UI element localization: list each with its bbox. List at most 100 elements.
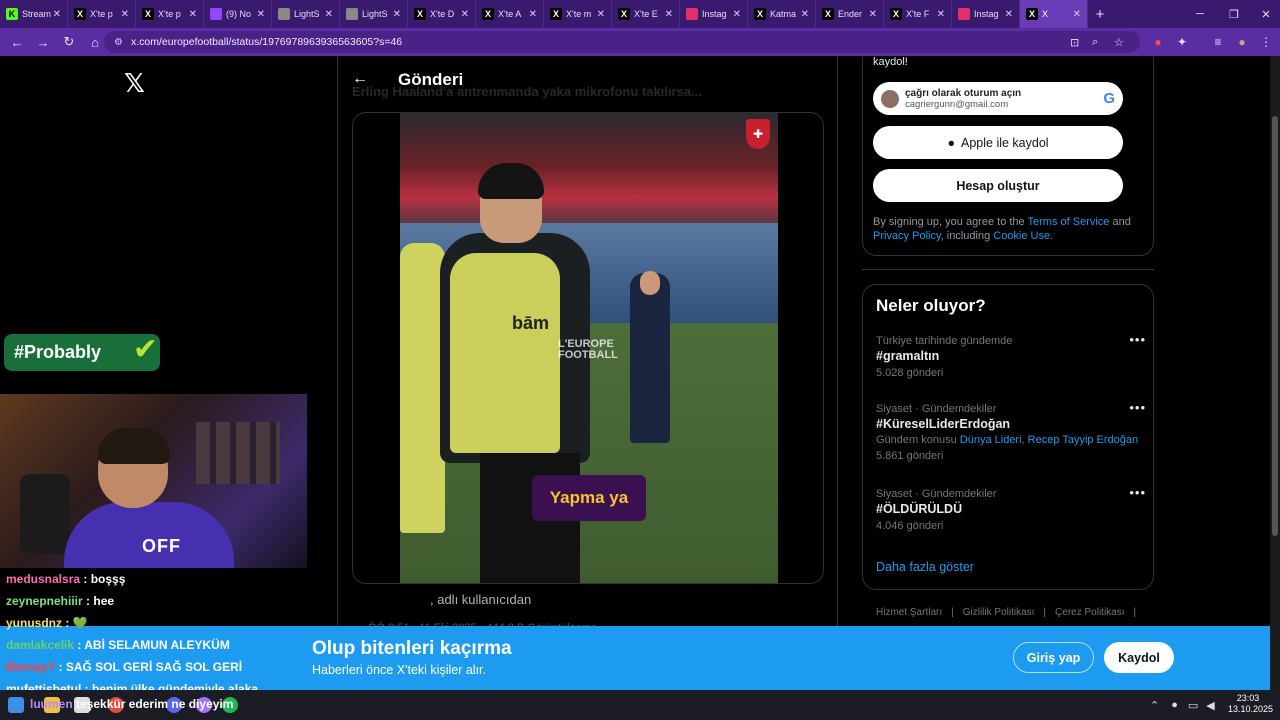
x-icon: X <box>414 8 426 20</box>
tab-close-icon[interactable]: ✕ <box>461 9 469 20</box>
privacy-link[interactable]: Privacy Policy <box>873 230 941 242</box>
chevron-up-icon[interactable]: ⌃ <box>1150 699 1159 712</box>
network-icon[interactable]: ▭ <box>1188 699 1198 712</box>
chat-username: 8benayY <box>6 660 56 674</box>
tab-title: LightS <box>362 9 388 19</box>
footer-link[interactable]: Hizmet Şartları <box>876 607 942 618</box>
browser-tab[interactable]: X X'te p ✕ <box>136 0 204 28</box>
tab-close-icon[interactable]: ✕ <box>1073 9 1081 20</box>
related-link[interactable]: Recep Tayyip Erdoğan <box>1028 434 1138 446</box>
tab-close-icon[interactable]: ✕ <box>257 9 265 20</box>
scrollbar-thumb[interactable] <box>1272 116 1278 536</box>
instagram-icon <box>686 8 698 20</box>
browser-tab[interactable]: X X'te p ✕ <box>68 0 136 28</box>
bib-sponsor: bām <box>512 313 550 333</box>
x-logo-icon[interactable]: 𝕏 <box>124 68 145 99</box>
bookmark-star-icon[interactable]: ☆ <box>1114 31 1124 53</box>
tab-close-icon[interactable]: ✕ <box>325 9 333 20</box>
signup-button[interactable]: Kaydol <box>1104 642 1174 673</box>
browser-tab[interactable]: X X ✕ <box>1020 0 1088 28</box>
browser-tab[interactable]: X X'te m ✕ <box>544 0 612 28</box>
shirt-text: OFF <box>142 536 181 556</box>
google-signin-button[interactable]: çağrı olarak oturum açın cagriergunn@gma… <box>873 82 1123 115</box>
video-player[interactable]: bām L'EUROPE FOOTBALL ✚ Yapma ya <box>400 113 778 583</box>
new-tab-button[interactable]: + <box>1088 6 1112 23</box>
browser-tab[interactable]: Instag ✕ <box>952 0 1020 28</box>
browser-tab[interactable]: K Stream ✕ <box>0 0 68 28</box>
back-arrow-icon[interactable]: ← <box>352 70 368 88</box>
tab-close-icon[interactable]: ✕ <box>529 9 537 20</box>
apple-signup-button[interactable]: ● Apple ile kaydol <box>873 126 1123 159</box>
footer-link[interactable]: Çerez Politikası <box>1055 607 1124 618</box>
tab-close-icon[interactable]: ✕ <box>801 9 809 20</box>
tab-close-icon[interactable]: ✕ <box>53 9 61 20</box>
tab-close-icon[interactable]: ✕ <box>665 9 673 20</box>
tab-close-icon[interactable]: ✕ <box>121 9 129 20</box>
trends-title: Neler oluyor? <box>876 296 986 315</box>
microphone-tray-icon[interactable]: ● <box>1171 699 1178 711</box>
taskbar-clock[interactable]: 23:03 13.10.2025 <box>1228 693 1273 715</box>
address-bar[interactable]: ⚙ x.com/europefootball/status/1976978963… <box>104 31 1140 53</box>
tab-title: Ender <box>838 9 863 19</box>
install-app-icon[interactable]: ⊡ <box>1070 31 1079 53</box>
browser-tab[interactable]: X Ender ✕ <box>816 0 884 28</box>
player-background-head <box>640 271 660 295</box>
show-more-link[interactable]: Daha fazla göster <box>876 560 974 574</box>
create-account-button[interactable]: Hesap oluştur <box>873 169 1123 202</box>
media-control-icon[interactable]: ≡ <box>1206 28 1230 56</box>
more-options-icon[interactable]: ••• <box>1129 332 1146 347</box>
browser-tab[interactable]: X Katma ✕ <box>748 0 816 28</box>
related-link[interactable]: Dünya Lideri <box>960 434 1022 446</box>
cookie-link[interactable]: Cookie Use <box>993 230 1050 242</box>
profile-avatar[interactable]: ● <box>1230 28 1254 56</box>
tab-close-icon[interactable]: ✕ <box>869 9 877 20</box>
browser-tab[interactable]: (9) No ✕ <box>204 0 272 28</box>
browser-tab[interactable]: X X'te D ✕ <box>408 0 476 28</box>
tab-close-icon[interactable]: ✕ <box>1005 9 1013 20</box>
chat-message: 8benayY : SAĞ SOL GERİ SAĞ SOL GERİ <box>6 660 243 674</box>
chat-username: medusnalsra <box>6 572 81 586</box>
chat-message-last: luumen teşekkür ederim ne diyeyim <box>6 697 233 711</box>
media-card[interactable]: bām L'EUROPE FOOTBALL ✚ Yapma ya <box>352 112 824 584</box>
tab-close-icon[interactable]: ✕ <box>393 9 401 20</box>
minimize-button[interactable]: ─ <box>1184 0 1216 28</box>
source-line: , adlı kullanıcıdan <box>430 592 532 607</box>
browser-tab[interactable]: LightS ✕ <box>272 0 340 28</box>
tab-close-icon[interactable]: ✕ <box>937 9 945 20</box>
post-column: Erling Haaland'a antrenmanda yaka mikrof… <box>337 56 838 690</box>
chat-username: zeynepnehiiir <box>6 594 83 608</box>
extension-icon[interactable]: ● <box>1146 28 1170 56</box>
browser-tab-strip: K Stream ✕ X X'te p ✕ X X'te p ✕ (9) No ✕ LightS ✕ Li… <box>0 0 1280 28</box>
footer-link[interactable]: Gizlilik Politikası <box>963 607 1035 618</box>
browser-tab[interactable]: Instag ✕ <box>680 0 748 28</box>
close-window-button[interactable]: ✕ <box>1250 0 1280 28</box>
chat-message: medusnalsra : boşşş <box>6 572 126 586</box>
extensions-puzzle-icon[interactable]: ✦ <box>1170 28 1194 56</box>
trend-item[interactable]: Türkiye tarihinde gündemde #gramaltın 5.… <box>876 332 1146 381</box>
browser-tab[interactable]: X X'te A ✕ <box>476 0 544 28</box>
x-icon: X <box>1026 8 1038 20</box>
login-button[interactable]: Giriş yap <box>1013 642 1094 673</box>
x-page: 𝕏 Erling Haaland'a antrenmanda yaka mikr… <box>0 56 1280 690</box>
browser-tab[interactable]: X X'te F ✕ <box>884 0 952 28</box>
trend-item[interactable]: Siyaset · Gündemdekiler #ÖLDÜRÜLDÜ 4.046… <box>876 485 1146 534</box>
url-text: x.com/europefootball/status/197697896393… <box>130 36 403 48</box>
browser-tab[interactable]: X X'te E ✕ <box>612 0 680 28</box>
back-icon[interactable]: ← <box>4 29 30 55</box>
forward-icon[interactable]: → <box>30 29 56 55</box>
maximize-button[interactable]: ❐ <box>1218 0 1250 28</box>
tab-close-icon[interactable]: ✕ <box>189 9 197 20</box>
terms-link[interactable]: Terms of Service <box>1028 216 1110 228</box>
reload-icon[interactable]: ↻ <box>56 29 82 55</box>
tab-close-icon[interactable]: ✕ <box>733 9 741 20</box>
browser-tab[interactable]: LightS ✕ <box>340 0 408 28</box>
menu-icon[interactable]: ⋮ <box>1254 28 1278 56</box>
more-options-icon[interactable]: ••• <box>1129 485 1146 500</box>
site-info-icon[interactable]: ⚙ <box>114 37 123 48</box>
more-options-icon[interactable]: ••• <box>1129 400 1146 415</box>
streamer-webcam: OFF <box>0 394 307 568</box>
trend-item[interactable]: Siyaset · Gündemdekiler #KüreselLiderErd… <box>876 400 1146 464</box>
zoom-icon[interactable]: ⌕ <box>1092 31 1098 53</box>
tab-close-icon[interactable]: ✕ <box>597 9 605 20</box>
volume-icon[interactable]: ◀ <box>1206 699 1214 712</box>
